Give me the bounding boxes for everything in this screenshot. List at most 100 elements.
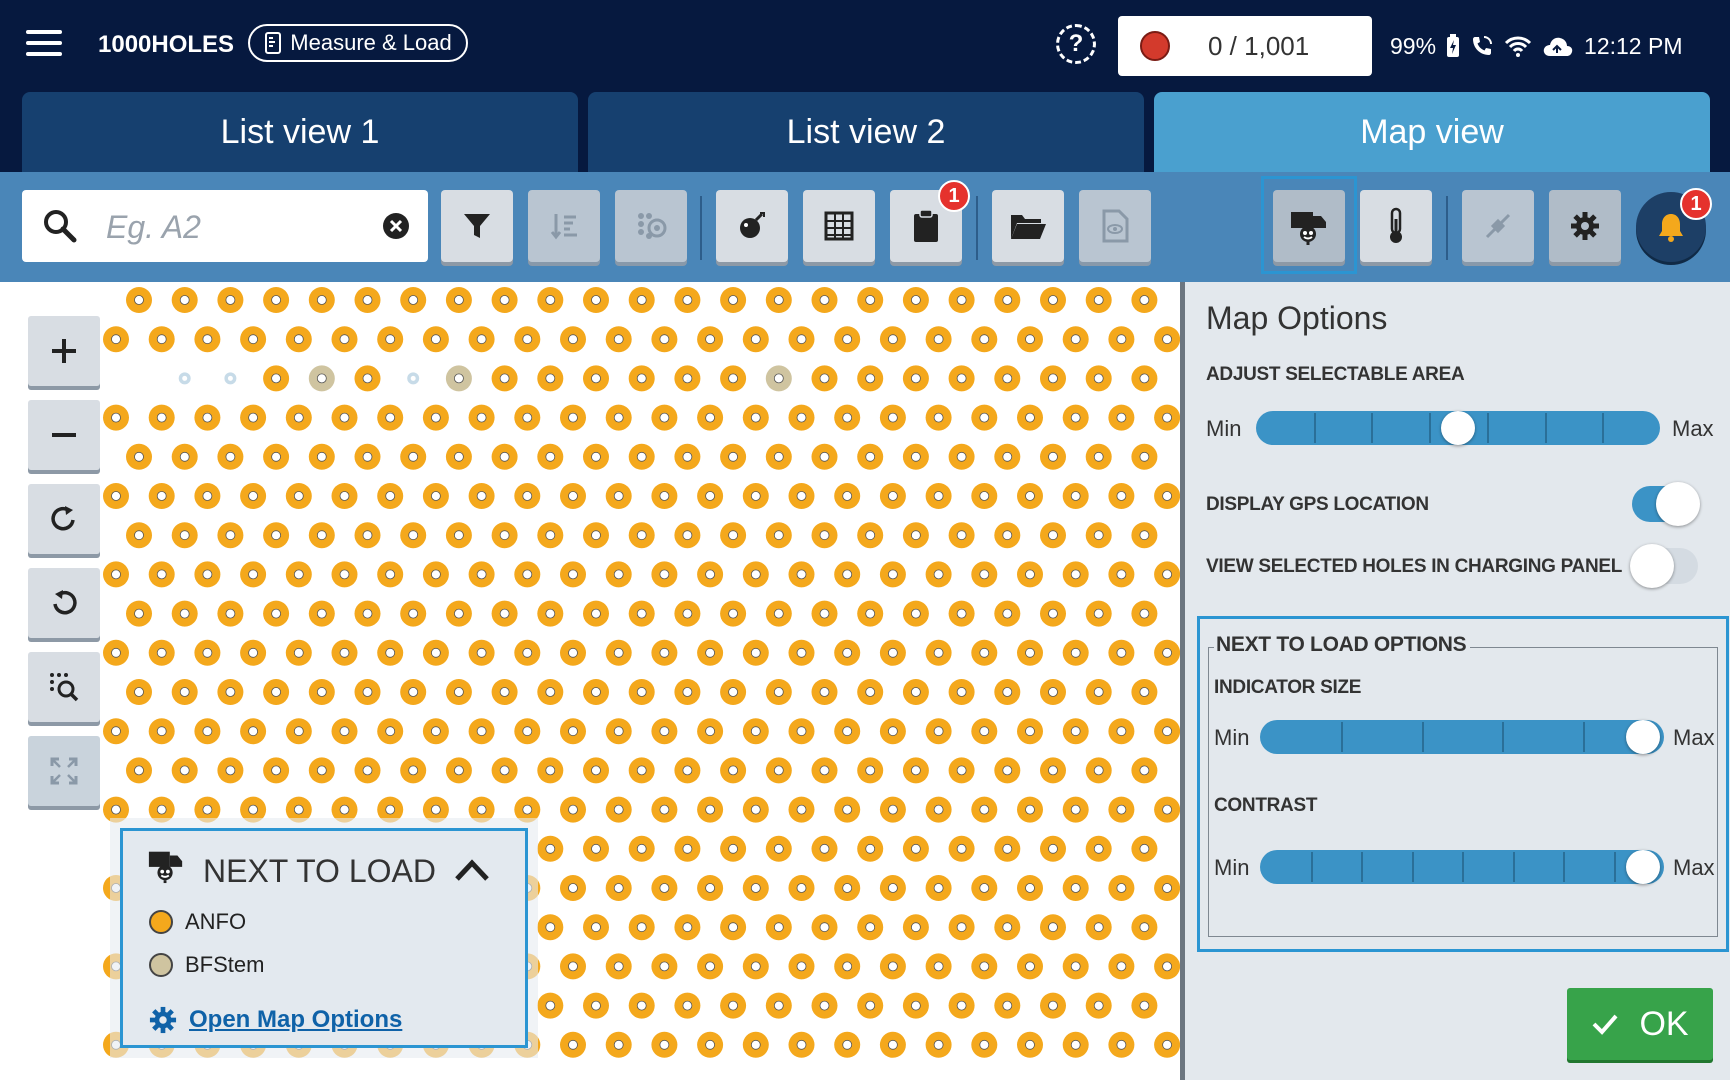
blast-hole[interactable] <box>925 639 952 666</box>
contrast-slider[interactable] <box>1260 850 1664 884</box>
blast-hole[interactable] <box>971 639 998 666</box>
blast-hole[interactable] <box>331 404 358 431</box>
blast-hole[interactable] <box>171 522 198 549</box>
blast-hole[interactable] <box>1017 404 1043 431</box>
blast-hole[interactable] <box>1062 1031 1089 1058</box>
blast-hole[interactable] <box>879 875 906 901</box>
blast-hole[interactable] <box>948 443 975 470</box>
blast-hole[interactable] <box>422 796 449 823</box>
blast-hole[interactable] <box>354 757 381 784</box>
blast-hole[interactable] <box>879 953 906 980</box>
blast-hole[interactable] <box>354 600 381 627</box>
blast-hole[interactable] <box>468 326 495 353</box>
blast-hole[interactable] <box>925 718 952 745</box>
blast-hole[interactable] <box>902 835 929 862</box>
blast-hole[interactable] <box>788 1031 815 1058</box>
blast-hole[interactable] <box>217 522 244 549</box>
blast-hole[interactable] <box>628 835 655 862</box>
blast-hole[interactable] <box>537 443 564 470</box>
blast-hole[interactable] <box>811 992 838 1019</box>
blast-hole[interactable] <box>857 679 884 705</box>
next-to-load-button[interactable] <box>1273 190 1345 262</box>
blast-hole[interactable] <box>834 718 861 745</box>
blast-hole[interactable] <box>537 914 564 941</box>
blast-hole[interactable] <box>263 679 290 705</box>
blast-hole[interactable] <box>925 875 952 901</box>
blast-hole[interactable] <box>171 600 198 627</box>
blast-hole[interactable] <box>148 718 175 745</box>
blast-hole[interactable] <box>1154 796 1180 823</box>
blast-hole[interactable] <box>948 600 975 627</box>
blast-hole[interactable] <box>902 365 929 392</box>
blast-hole[interactable] <box>583 365 609 392</box>
blast-hole[interactable] <box>742 639 769 666</box>
blast-hole[interactable] <box>103 796 129 823</box>
blast-hole[interactable] <box>948 287 975 313</box>
blast-hole[interactable] <box>857 757 884 784</box>
blast-hole[interactable] <box>1108 404 1135 431</box>
blast-hole[interactable] <box>103 639 129 666</box>
blast-hole[interactable] <box>537 600 564 627</box>
blast-hole[interactable] <box>126 679 152 705</box>
blast-hole[interactable] <box>331 561 358 588</box>
blast-hole[interactable] <box>1108 483 1135 509</box>
blast-hole[interactable] <box>925 1031 952 1058</box>
blast-hole[interactable] <box>674 365 701 392</box>
blast-hole[interactable] <box>765 914 792 941</box>
blast-hole[interactable] <box>651 875 678 901</box>
blast-hole[interactable] <box>405 370 422 387</box>
blast-hole[interactable] <box>925 326 952 353</box>
mode-chip[interactable]: Measure & Load <box>248 24 468 62</box>
document-view-button[interactable] <box>1079 190 1151 262</box>
blast-hole[interactable] <box>148 796 175 823</box>
blast-hole[interactable] <box>1154 1031 1180 1058</box>
blast-hole[interactable] <box>902 679 929 705</box>
blast-hole[interactable] <box>788 953 815 980</box>
blast-hole[interactable] <box>720 365 747 392</box>
blast-hole[interactable] <box>514 639 541 666</box>
blast-hole[interactable] <box>765 757 792 784</box>
blast-hole[interactable] <box>1131 835 1158 862</box>
indicator-size-slider[interactable] <box>1260 720 1664 754</box>
blast-hole[interactable] <box>765 600 792 627</box>
blast-hole[interactable] <box>1062 561 1089 588</box>
sort-button[interactable] <box>528 190 600 262</box>
blast-hole[interactable] <box>811 679 838 705</box>
blast-hole[interactable] <box>377 796 404 823</box>
blast-hole[interactable] <box>468 639 495 666</box>
blast-hole[interactable] <box>560 718 586 745</box>
blast-hole[interactable] <box>354 443 381 470</box>
blast-hole[interactable] <box>765 992 792 1019</box>
blast-hole[interactable] <box>605 561 632 588</box>
blast-hole[interactable] <box>605 404 632 431</box>
clipboard-button[interactable]: 1 <box>890 180 970 262</box>
blast-hole[interactable] <box>811 287 838 313</box>
blast-hole[interactable] <box>788 404 815 431</box>
blast-hole[interactable] <box>1040 522 1066 549</box>
search-input[interactable] <box>104 200 368 254</box>
blast-hole[interactable] <box>400 600 427 627</box>
blast-hole[interactable] <box>377 639 404 666</box>
blast-hole[interactable] <box>1017 639 1043 666</box>
slider-knob[interactable] <box>1626 850 1660 884</box>
blast-hole[interactable] <box>902 287 929 313</box>
filter-button[interactable] <box>441 190 513 262</box>
blast-hole[interactable] <box>834 326 861 353</box>
blast-hole[interactable] <box>514 404 541 431</box>
blast-hole[interactable] <box>194 326 221 353</box>
blast-hole[interactable] <box>720 287 747 313</box>
blast-hole[interactable] <box>902 992 929 1019</box>
blast-hole[interactable] <box>331 326 358 353</box>
tab-map-view[interactable]: Map view <box>1154 92 1710 172</box>
blast-hole[interactable] <box>628 443 655 470</box>
blast-hole[interactable] <box>1040 992 1066 1019</box>
blast-hole[interactable] <box>194 639 221 666</box>
blast-hole[interactable] <box>583 757 609 784</box>
blast-hole[interactable] <box>605 639 632 666</box>
blast-hole[interactable] <box>948 914 975 941</box>
rotate-clockwise-button[interactable] <box>28 484 100 554</box>
blast-hole[interactable] <box>354 287 381 313</box>
blast-hole[interactable] <box>994 679 1021 705</box>
blast-hole[interactable] <box>217 679 244 705</box>
blast-hole[interactable] <box>1062 796 1089 823</box>
